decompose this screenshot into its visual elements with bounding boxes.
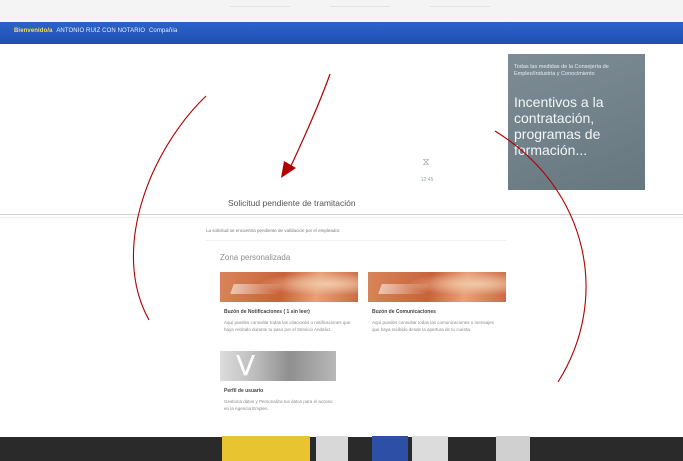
- footer-logo[interactable]: [412, 436, 448, 461]
- card-description: Aquí puedes consultar todas las citacion…: [224, 320, 351, 332]
- card-notifications[interactable]: Buzón de Notificaciones ( 1 sin leer) Aq…: [220, 272, 358, 352]
- welcome-label: Bienvenido/a: [14, 28, 53, 34]
- card-image[interactable]: [368, 272, 506, 302]
- chrome-divider: [430, 6, 490, 13]
- divider: [0, 217, 683, 218]
- card-description: Aquí puedes consultar todas las comunica…: [372, 320, 494, 332]
- divider: [206, 240, 506, 241]
- footer-logo[interactable]: [316, 436, 348, 461]
- promo-banner[interactable]: Todas las medidas de la Consejería de Em…: [508, 54, 645, 190]
- annotation-bracket-left: [132, 95, 207, 321]
- page-title: Solicitud pendiente de tramitación: [228, 198, 356, 208]
- card-title[interactable]: Perfil de usuario: [224, 388, 358, 394]
- chrome-divider: [330, 6, 390, 13]
- top-header-bar: Bienvenido/a ANTONIO RUIZ CON NOTARIO Co…: [0, 22, 683, 44]
- card-user-profile[interactable]: V Perfil de usuario Gestiona datos y Per…: [220, 351, 358, 413]
- loading-label: 12:45: [420, 177, 434, 183]
- chrome-divider: [230, 6, 290, 13]
- annotation-arrow: [289, 73, 331, 169]
- arrowhead-icon: [281, 161, 296, 178]
- card-title[interactable]: Buzón de Notificaciones ( 1 sin leer): [224, 309, 358, 315]
- footer-logo[interactable]: [372, 436, 408, 461]
- card-description: Gestiona datos y Personaliza tus datos p…: [224, 399, 333, 411]
- hourglass-icon: ⧖: [422, 157, 430, 168]
- section-title-personal-zone: Zona personalizada: [220, 253, 291, 262]
- browser-chrome: [0, 0, 683, 22]
- footer-logo[interactable]: [496, 436, 530, 461]
- banner-kicker: Todas las medidas de la Consejería de Em…: [514, 64, 609, 77]
- banner-headline: Incentivos a la contratación, programas …: [514, 94, 604, 158]
- card-image[interactable]: V: [220, 351, 336, 381]
- card-title[interactable]: Buzón de Comunicaciones: [372, 309, 506, 315]
- status-notice: La solicitud se encuentra pendiente de v…: [206, 228, 341, 233]
- user-extra: Compañía: [148, 28, 178, 34]
- divider: [0, 214, 683, 215]
- card-image[interactable]: [220, 272, 358, 302]
- user-name[interactable]: ANTONIO RUIZ CON NOTARIO: [56, 28, 145, 34]
- welcome-line: Bienvenido/a ANTONIO RUIZ CON NOTARIO Co…: [14, 28, 177, 34]
- footer-logo[interactable]: [222, 436, 310, 461]
- checkmark-icon: V: [236, 351, 256, 381]
- card-communications[interactable]: Buzón de Comunicaciones Aquí puedes cons…: [368, 272, 506, 352]
